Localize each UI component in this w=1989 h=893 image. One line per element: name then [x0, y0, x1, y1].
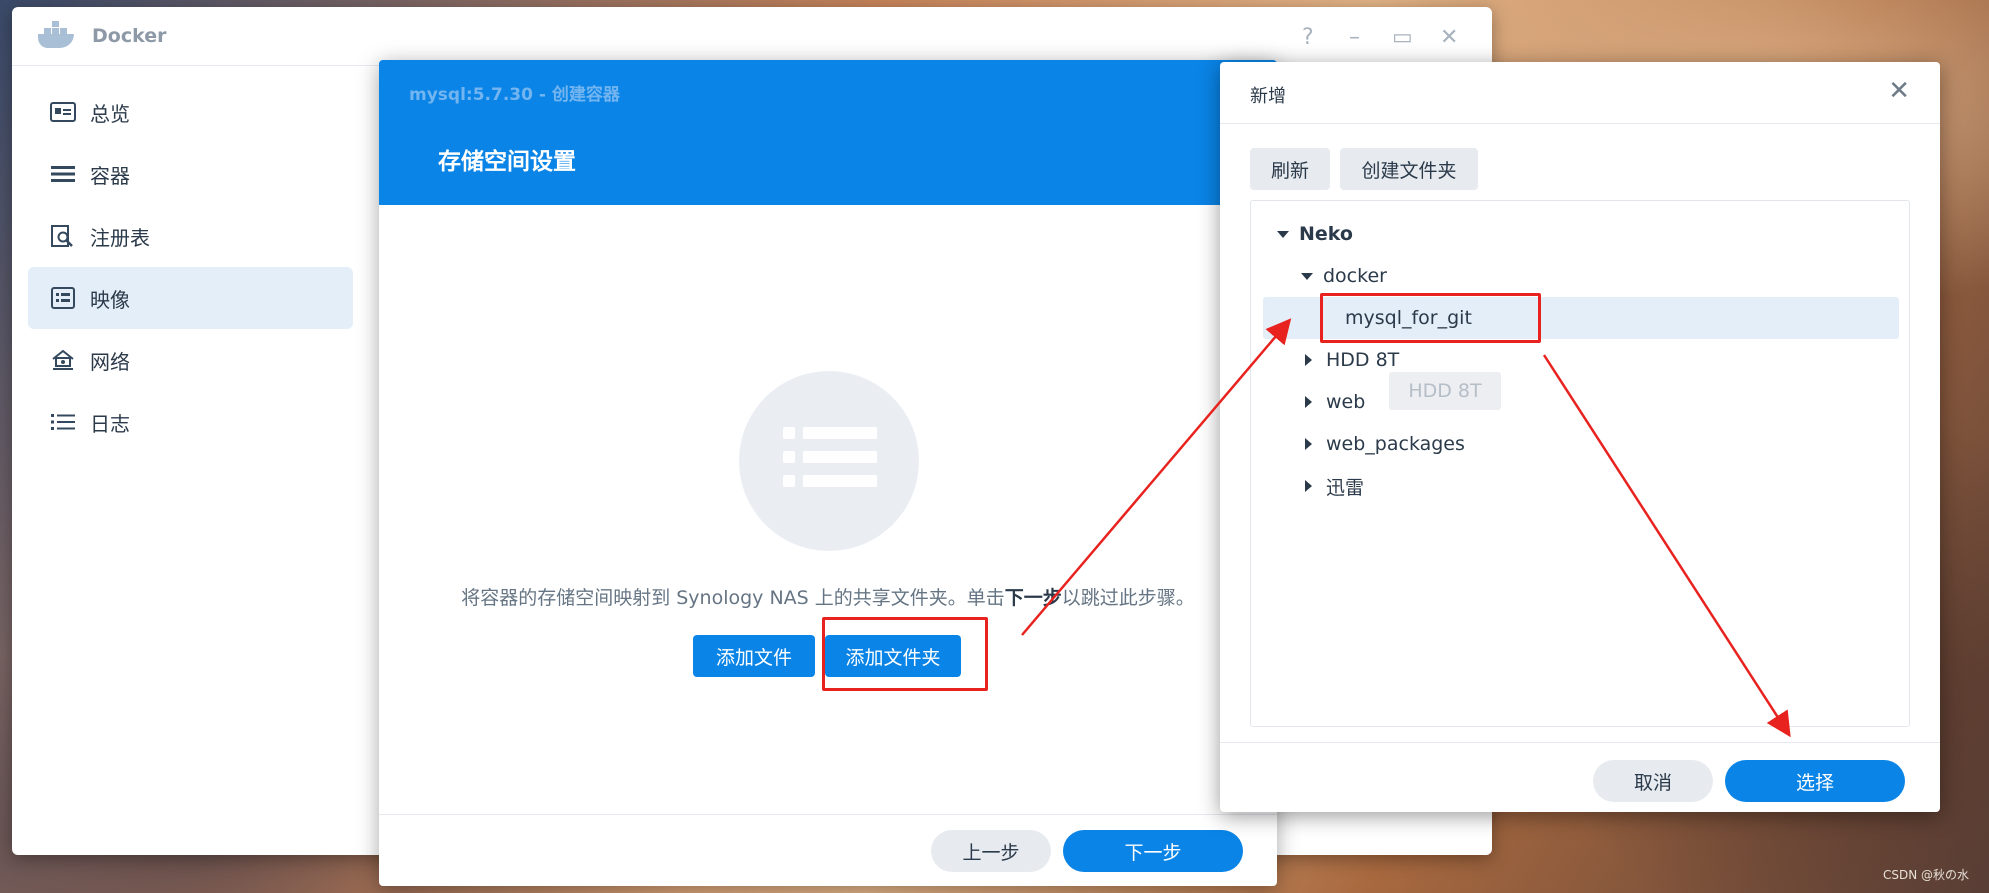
- watermark: CSDN @秋の水: [1882, 868, 1969, 882]
- annotation-arrow-to-select: [1542, 354, 1791, 738]
- annotation-arrow-to-tree: [1021, 318, 1292, 636]
- annotation-arrows: [1021, 318, 1791, 738]
